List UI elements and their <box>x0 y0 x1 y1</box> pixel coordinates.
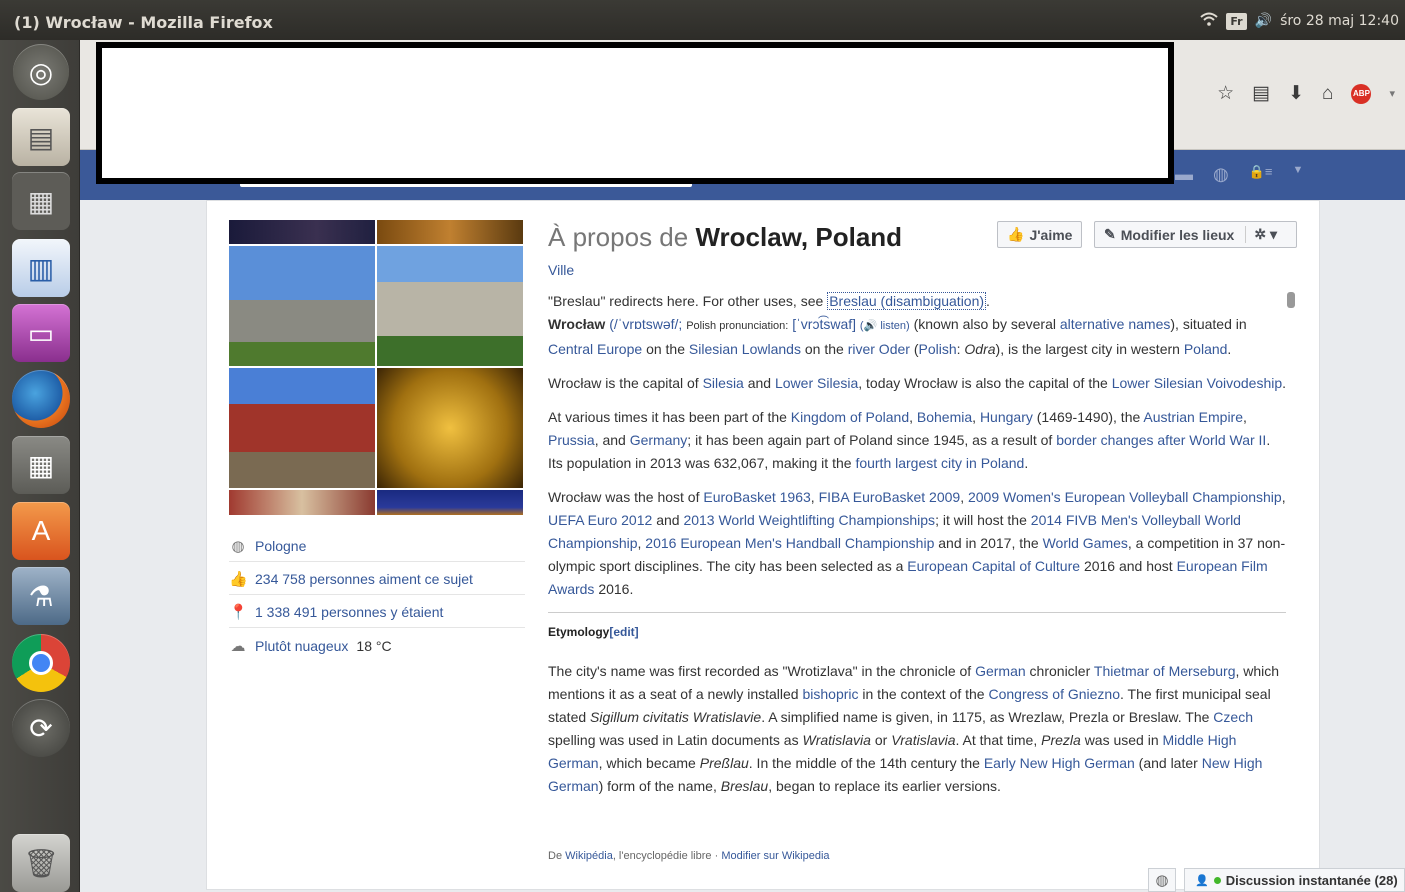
photo[interactable] <box>377 246 523 366</box>
disambiguation-link[interactable]: Breslau (disambiguation) <box>827 292 987 310</box>
wifi-icon[interactable] <box>1200 12 1219 30</box>
redirect-note: "Breslau" redirects here. For other uses… <box>548 292 990 310</box>
cloud-icon: ☁ <box>230 638 246 655</box>
thumbs-up-icon: 👍 <box>229 570 248 588</box>
etymology-heading: Etymology[edit] <box>548 625 639 639</box>
likes-row: 👍 234 758 personnes aiment ce sujet <box>229 563 525 595</box>
privacy-icon[interactable]: 🔒≡ <box>1249 164 1273 185</box>
like-label: J'aime <box>1029 226 1073 243</box>
article-scrollbar[interactable] <box>1287 292 1295 308</box>
chat-bar[interactable]: 👤 Discussion instantanée (28) <box>1184 868 1405 892</box>
photo[interactable] <box>377 220 523 244</box>
keyboard-layout-indicator[interactable]: Fr <box>1226 12 1247 30</box>
like-button[interactable]: 👍 J'aime <box>997 221 1083 248</box>
libreoffice-writer-icon[interactable]: ▥ <box>12 239 70 297</box>
unity-launcher: ◎ ▤ ▦ ▥ ▭ ▦ A ⚗ ⟳ 🗑 <box>0 40 80 892</box>
messages-icon[interactable]: ▬ <box>1175 164 1193 185</box>
globe-icon[interactable]: ◍ <box>1148 868 1176 892</box>
volume-icon[interactable]: 🔊 <box>1255 13 1272 29</box>
weather-temp: 18 °C <box>356 638 392 654</box>
page-title: À propos de Wroclaw, Poland <box>548 222 902 253</box>
photo[interactable] <box>377 368 523 488</box>
title-name: Wroclaw, Poland <box>695 222 903 252</box>
home-icon[interactable]: ⌂ <box>1322 83 1333 105</box>
photo[interactable] <box>377 490 523 515</box>
reading-list-icon[interactable]: ▤ <box>1252 82 1270 105</box>
likes-link[interactable]: 234 758 personnes aiment ce sujet <box>255 571 473 587</box>
wikipedia-article: "Breslau" redirects here. For other uses… <box>548 290 1288 846</box>
software-center-icon[interactable]: A <box>12 502 70 560</box>
thumbs-up-icon: 👍 <box>1007 226 1025 242</box>
paragraph-history: At various times it has been part of the… <box>548 409 1271 471</box>
online-indicator <box>1213 876 1221 884</box>
photo[interactable] <box>229 490 375 515</box>
redaction-box <box>96 42 1174 184</box>
photo[interactable] <box>229 368 375 488</box>
notifications-globe-icon[interactable]: ◍ <box>1213 164 1229 185</box>
section-divider <box>548 612 1286 613</box>
clock[interactable]: śro 28 maj 12:40 <box>1280 13 1399 29</box>
window-title: (1) Wrocław - Mozilla Firefox <box>14 13 273 32</box>
trash-icon[interactable]: 🗑 <box>12 834 70 892</box>
download-icon[interactable]: ⬇ <box>1288 82 1304 105</box>
chevron-down-icon[interactable]: ▾ <box>1389 87 1395 100</box>
chat-label: Discussion instantanée (28) <box>1225 872 1398 888</box>
adblock-icon[interactable]: ABP <box>1351 83 1372 104</box>
os-top-panel: (1) Wrocław - Mozilla Firefox Fr 🔊 śro 2… <box>0 0 1405 40</box>
weather-row: ☁ Plutôt nuageux 18 °C <box>229 630 525 662</box>
country-row: ◍ Pologne <box>229 530 525 562</box>
software-updater-icon[interactable]: ⟳ <box>12 699 70 757</box>
workspace-switcher-icon[interactable]: ▦ <box>12 172 70 230</box>
edit-places-button[interactable]: ✎ Modifier les lieux ✲ ▾ <box>1094 221 1297 248</box>
files-icon[interactable]: ▤ <box>12 108 70 166</box>
bookmark-star-icon[interactable]: ☆ <box>1217 82 1234 105</box>
globe-icon: ◍ <box>231 537 245 555</box>
ubuntu-dash-icon[interactable]: ◎ <box>13 44 69 100</box>
calculator-icon[interactable]: ▦ <box>12 436 70 494</box>
gear-icon[interactable]: ✲ ▾ <box>1245 226 1277 243</box>
chrome-icon[interactable] <box>12 634 70 692</box>
weather-link[interactable]: Plutôt nuageux <box>255 638 348 654</box>
wikipedia-link[interactable]: Wikipédia <box>565 850 613 862</box>
paragraph-intro: Wrocław (/ˈvrɒtswəf/; Polish pronunciati… <box>548 316 1247 357</box>
toolbar-buttons: ☆ ▤ ⬇ ⌂ ABP ▾ <box>1217 82 1395 105</box>
firefox-icon[interactable] <box>12 370 70 428</box>
title-prefix: À propos de <box>548 222 689 252</box>
chemistry-app-icon[interactable]: ⚗ <box>12 567 70 625</box>
photo[interactable] <box>229 246 375 366</box>
pencil-icon: ✎ <box>1104 226 1116 242</box>
paragraph-capital: Wrocław is the capital of Silesia and Lo… <box>548 375 1287 391</box>
category-link[interactable]: Ville <box>548 262 574 278</box>
edit-on-wikipedia-link[interactable]: Modifier sur Wikipedia <box>721 850 829 862</box>
system-tray: Fr 🔊 śro 28 maj 12:40 <box>1200 12 1399 30</box>
source-footer: De Wikipédia, l'encyclopédie libre · Mod… <box>548 850 830 862</box>
edit-section-link[interactable]: [edit] <box>609 625 638 639</box>
country-link[interactable]: Pologne <box>255 538 306 554</box>
photo[interactable] <box>229 220 375 244</box>
paragraph-etymology: The city's name was first recorded as "W… <box>548 663 1280 794</box>
visits-link[interactable]: 1 338 491 personnes y étaient <box>255 604 443 620</box>
map-pin-icon: 📍 <box>229 603 248 621</box>
visits-row: 📍 1 338 491 personnes y étaient <box>229 596 525 628</box>
libreoffice-impress-icon[interactable]: ▭ <box>12 304 70 362</box>
header-icons: ▬ ◍ 🔒≡ ▼ <box>1175 164 1303 185</box>
paragraph-events: Wrocław was the host of EuroBasket 1963,… <box>548 489 1286 597</box>
edit-label: Modifier les lieux <box>1120 226 1235 243</box>
chevron-down-icon[interactable]: ▼ <box>1293 164 1304 185</box>
listen-audio-link[interactable]: (🔊 listen) <box>860 320 910 332</box>
photo-collage[interactable] <box>229 220 523 515</box>
person-icon: 👤 <box>1195 874 1209 887</box>
